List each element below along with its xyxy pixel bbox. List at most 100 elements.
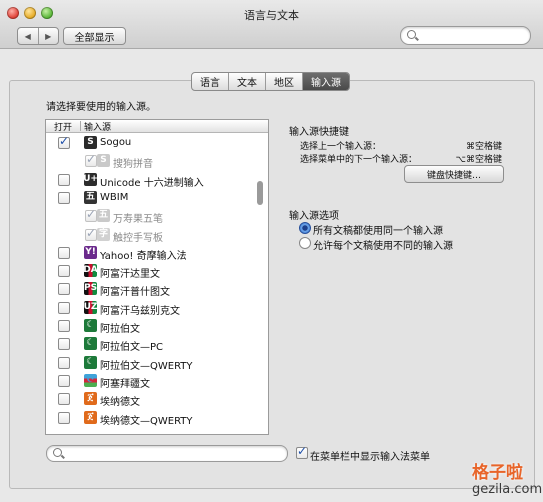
radio-different-source-label: 允许每个文稿使用不同的输入源 [313,241,453,252]
ethiopic-icon: ጀ [84,392,97,406]
enable-checkbox[interactable] [58,356,70,369]
input-source-label: Sogou [100,137,132,148]
enable-checkbox [85,207,97,223]
flag-afghanistan-icon: DA [83,264,98,278]
radio-same-source[interactable] [299,222,311,234]
input-source-label: Unicode 十六进制输入 [100,177,204,189]
next-source-shortcut: ⌥⌘空格键 [455,155,502,165]
input-source-label: 阿富汗达里文 [100,269,160,281]
title-toolbar: 语言与文本 ◀ ▶ 全部显示 [0,0,543,49]
forward-button[interactable]: ▶ [37,28,59,44]
list-item[interactable]: U+ Unicode 十六进制输入 [46,171,256,189]
list-item[interactable]: SSogou [46,134,256,152]
input-source-label: WBIM [100,191,129,203]
list-item[interactable]: Y! Yahoo! 奇摩输入法 [46,244,256,262]
preferences-window: 语言与文本 ◀ ▶ 全部显示 语言 文本 地区 输入源 请选择要使用的输入源。 … [0,0,543,502]
input-source-list[interactable]: 打开 输入源 SSogouS搜狗拼音U+Unicode 十六进制输入五WBIM五… [45,119,269,435]
list-item[interactable]: UZ 阿富汗乌兹别克文 [46,299,256,317]
enable-checkbox[interactable] [58,393,70,406]
list-item[interactable]: 五 WBIM [46,189,256,207]
input-source-label: 阿富汗乌兹别克文 [100,305,180,317]
enable-checkbox[interactable] [58,320,70,332]
radio-different-source[interactable] [299,237,311,249]
list-item[interactable]: 五万寿果五笔 [46,207,256,225]
show-input-menu-label: 在菜单栏中显示输入法菜单 [310,452,430,463]
options-title: 输入源选项 [289,211,339,222]
enable-checkbox[interactable] [58,338,70,351]
list-item[interactable]: ጀ 埃纳德文 [46,390,256,408]
enable-checkbox[interactable] [58,246,70,259]
input-source-label: 阿拉伯文—PC [100,342,164,354]
column-header-source[interactable]: 输入源 [84,120,111,133]
input-source-label: 阿塞拜疆文 [100,378,150,390]
list-item[interactable]: ☾ 阿拉伯文—QWERTY [46,354,256,372]
search-icon [53,448,62,457]
enable-checkbox[interactable] [58,301,70,314]
input-source-label: 埃纳德文 [100,397,140,409]
tab-bar: 语言 文本 地区 输入源 [191,72,350,91]
list-item[interactable]: ☾ 阿拉伯文—PC [46,335,256,353]
list-item[interactable]: ጀ 埃纳德文—QWERTY [46,409,256,427]
enable-checkbox [85,152,97,168]
source-search-field[interactable] [46,445,288,462]
enable-checkbox[interactable] [58,265,70,278]
flag-afghanistan-icon: PS [83,282,98,296]
ethiopic-qwerty-icon: ጀ [84,410,97,424]
flag-afghanistan-icon: UZ [83,300,98,314]
watermark-text: 格子啦 [472,463,523,483]
enable-checkbox[interactable] [58,374,70,387]
input-source-label: 埃纳德文—QWERTY [100,415,193,427]
tab-input-sources[interactable]: 输入源 [302,73,349,90]
yahoo-icon: Y! [84,245,97,259]
enable-checkbox[interactable] [58,134,70,149]
enable-checkbox[interactable] [58,411,70,424]
arabic-pc-icon: ☾ [84,337,97,351]
input-source-label: 阿富汗普什图文 [100,287,170,299]
toolbar-search-field[interactable] [400,26,531,45]
show-all-button[interactable]: 全部显示 [63,27,126,45]
show-input-menu-checkbox[interactable] [296,444,308,459]
wanshouguo-wubi-icon: 五 [97,209,110,223]
next-source-label: 选择菜单中的下一个输入源： [300,155,418,165]
arabic-qwerty-icon: ☾ [84,355,97,369]
tab-text[interactable]: 文本 [228,73,265,90]
tab-region[interactable]: 地区 [265,73,302,90]
input-source-label: 搜狗拼音 [113,159,153,171]
prev-source-label: 选择上一个输入源： [300,142,382,152]
prev-source-shortcut: ⌘空格键 [465,142,502,152]
input-source-label: 阿拉伯文—QWERTY [100,360,193,372]
list-scrollbar-thumb[interactable] [257,181,263,205]
column-header-enable[interactable]: 打开 [54,120,72,133]
flag-azerbaijan-icon: ☪ [84,373,97,387]
window-title: 语言与文本 [244,9,299,22]
sogou-icon: S [84,136,97,149]
input-source-label: 万寿果五笔 [113,214,163,226]
arabic-crescent-icon: ☾ [84,319,97,332]
keyboard-shortcuts-button[interactable]: 键盘快捷键… [404,165,504,183]
watermark-domain: gezila.com [472,482,543,497]
input-source-label: Yahoo! 奇摩输入法 [100,250,187,262]
wubi-icon: 五 [84,190,97,204]
input-source-label: 触控手写板 [113,232,163,244]
column-divider [80,121,81,131]
back-button[interactable]: ◀ [18,28,38,44]
enable-checkbox [85,226,97,241]
unicode-hex-icon: U+ [83,172,98,186]
enable-checkbox[interactable] [58,191,70,204]
tab-language[interactable]: 语言 [192,73,228,90]
list-item[interactable]: S搜狗拼音 [46,152,256,170]
list-item[interactable]: ☾ 阿拉伯文 [46,317,256,335]
list-item[interactable]: PS 阿富汗普什图文 [46,280,256,298]
handwriting-icon: 字 [97,227,110,241]
enable-checkbox[interactable] [58,173,70,186]
radio-same-source-label: 所有文稿都使用同一个输入源 [313,226,443,237]
list-item[interactable]: DA 阿富汗达里文 [46,262,256,280]
enable-checkbox[interactable] [58,283,70,296]
search-icon [407,30,416,39]
list-item[interactable]: ☪ 阿塞拜疆文 [46,372,256,390]
list-item[interactable]: 字触控手写板 [46,226,256,244]
input-source-label: 阿拉伯文 [100,324,140,335]
shortcuts-title: 输入源快捷键 [289,127,349,138]
list-prompt: 请选择要使用的输入源。 [46,102,156,113]
sogou-pinyin-icon: S [97,154,110,168]
